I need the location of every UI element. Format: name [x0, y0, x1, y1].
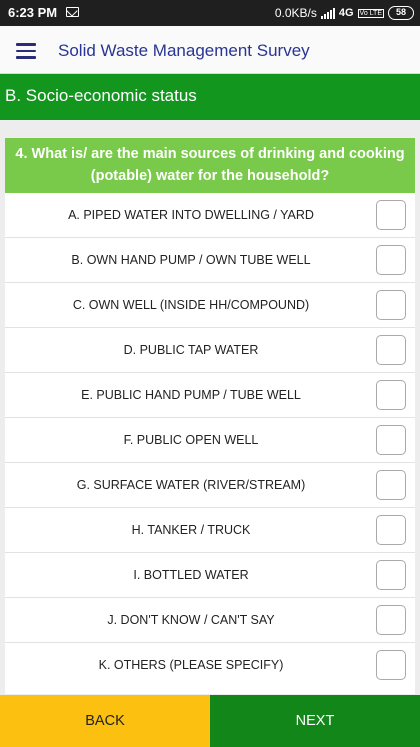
option-checkbox[interactable]: [376, 560, 406, 590]
option-row[interactable]: E. PUBLIC HAND PUMP / TUBE WELL: [5, 373, 415, 418]
signal-strength-icon: [320, 7, 335, 19]
option-label: C. OWN WELL (INSIDE HH/COMPOUND): [72, 298, 310, 312]
status-bar: 6:23 PM 0.0KB/s 4G Vo LTE 58: [0, 0, 420, 26]
option-row[interactable]: I. BOTTLED WATER: [5, 553, 415, 598]
hamburger-menu-icon[interactable]: [16, 43, 36, 59]
question-title: 4. What is/ are the main sources of drin…: [5, 138, 415, 193]
battery-icon: 58: [388, 6, 414, 20]
option-row[interactable]: A. PIPED WATER INTO DWELLING / YARD: [5, 193, 415, 238]
option-checkbox[interactable]: [376, 245, 406, 275]
option-checkbox[interactable]: [376, 470, 406, 500]
option-row[interactable]: C. OWN WELL (INSIDE HH/COMPOUND): [5, 283, 415, 328]
option-label: A. PIPED WATER INTO DWELLING / YARD: [68, 208, 314, 222]
option-label: I. BOTTLED WATER: [133, 568, 249, 582]
option-row[interactable]: K. OTHERS (PLEASE SPECIFY): [5, 643, 415, 688]
option-label: D. PUBLIC TAP WATER: [123, 343, 259, 357]
status-time: 6:23 PM: [8, 5, 58, 20]
option-checkbox[interactable]: [376, 605, 406, 635]
back-button[interactable]: BACK: [0, 695, 210, 747]
option-row[interactable]: B. OWN HAND PUMP / OWN TUBE WELL: [5, 238, 415, 283]
option-label: G. SURFACE WATER (RIVER/STREAM): [76, 478, 306, 492]
option-checkbox[interactable]: [376, 515, 406, 545]
option-label: H. TANKER / TRUCK: [131, 523, 251, 537]
option-row[interactable]: F. PUBLIC OPEN WELL: [5, 418, 415, 463]
option-label: F. PUBLIC OPEN WELL: [123, 433, 259, 447]
option-checkbox[interactable]: [376, 650, 406, 680]
app-bar: Solid Waste Management Survey: [0, 26, 420, 74]
option-label: E. PUBLIC HAND PUMP / TUBE WELL: [81, 388, 301, 402]
option-row[interactable]: H. TANKER / TRUCK: [5, 508, 415, 553]
option-label: K. OTHERS (PLEASE SPECIFY): [98, 658, 284, 672]
option-label: B. OWN HAND PUMP / OWN TUBE WELL: [71, 253, 311, 267]
status-indicators: 0.0KB/s 4G Vo LTE 58: [275, 4, 414, 22]
section-header: B. Socio-economic status: [0, 74, 420, 120]
section-title: B. Socio-economic status: [5, 86, 197, 105]
option-row[interactable]: J. DON'T KNOW / CAN'T SAY: [5, 598, 415, 643]
volte-icon: Vo LTE: [357, 8, 384, 18]
app-title: Solid Waste Management Survey: [58, 41, 310, 60]
network-type: 4G: [338, 7, 354, 19]
footer-nav: BACK NEXT: [0, 695, 420, 747]
option-row[interactable]: D. PUBLIC TAP WATER: [5, 328, 415, 373]
option-row[interactable]: G. SURFACE WATER (RIVER/STREAM): [5, 463, 415, 508]
question-card: 4. What is/ are the main sources of drin…: [5, 138, 415, 694]
network-speed: 0.0KB/s: [274, 6, 317, 20]
mail-icon: [66, 7, 79, 17]
next-button[interactable]: NEXT: [210, 695, 420, 747]
options-list: A. PIPED WATER INTO DWELLING / YARD B. OW…: [5, 193, 415, 688]
option-checkbox[interactable]: [376, 425, 406, 455]
option-label: J. DON'T KNOW / CAN'T SAY: [107, 613, 275, 627]
option-checkbox[interactable]: [376, 335, 406, 365]
option-checkbox[interactable]: [376, 380, 406, 410]
option-checkbox[interactable]: [376, 290, 406, 320]
option-checkbox[interactable]: [376, 200, 406, 230]
